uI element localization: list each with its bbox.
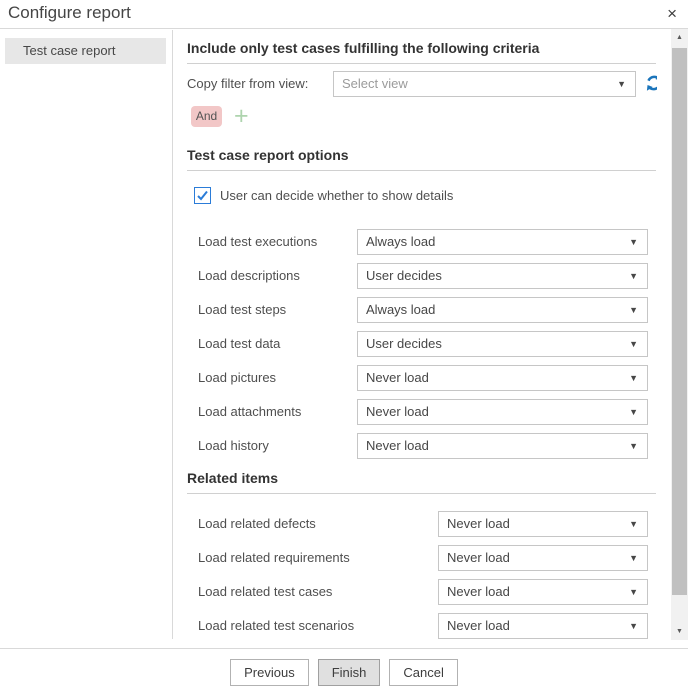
chevron-down-icon: ▼ [629,580,638,604]
chevron-down-icon: ▼ [629,546,638,570]
chevron-down-icon: ▼ [617,72,626,96]
combo-value: Always load [366,234,435,249]
chevron-down-icon: ▼ [629,298,638,322]
load-attachments-combobox[interactable]: Never load ▼ [357,399,648,425]
combo-value: Always load [366,302,435,317]
load-pictures-combobox[interactable]: Never load ▼ [357,365,648,391]
sidebar-divider [172,30,173,639]
load-related-test-scenarios-combobox[interactable]: Never load ▼ [438,613,648,639]
refresh-icon [645,74,657,92]
row-label: Load test executions [198,229,317,255]
load-test-data-combobox[interactable]: User decides ▼ [357,331,648,357]
load-descriptions-combobox[interactable]: User decides ▼ [357,263,648,289]
load-related-test-cases-combobox[interactable]: Never load ▼ [438,579,648,605]
combo-value: Never load [366,404,429,419]
scroll-down-icon[interactable]: ▼ [671,623,688,640]
combo-value: User decides [366,336,442,351]
load-related-requirements-combobox[interactable]: Never load ▼ [438,545,648,571]
cancel-button[interactable]: Cancel [389,659,457,686]
sidebar-item-test-case-report[interactable]: Test case report [5,38,166,64]
related-section-heading: Related items [187,470,656,494]
chevron-down-icon: ▼ [629,230,638,254]
chevron-down-icon: ▼ [629,264,638,288]
previous-button[interactable]: Previous [230,659,309,686]
footer-button-bar: Previous Finish Cancel [0,659,688,686]
configure-report-dialog: Configure report × Test case report Incl… [0,0,688,690]
row-label: Load test data [198,331,280,357]
row-label: Load pictures [198,365,276,391]
vertical-scrollbar[interactable]: ▲ ▼ [671,29,688,640]
combo-value: Never load [447,550,510,565]
row-label: Load descriptions [198,263,300,289]
copy-filter-label: Copy filter from view: [187,71,308,97]
footer-divider [0,648,688,649]
chevron-down-icon: ▼ [629,332,638,356]
select-view-combobox[interactable]: Select view ▼ [333,71,636,97]
combo-value: Never load [447,618,510,633]
combo-value: Never load [447,516,510,531]
chevron-down-icon: ▼ [629,400,638,424]
show-details-label: User can decide whether to show details [220,183,453,209]
row-label: Load attachments [198,399,301,425]
load-history-combobox[interactable]: Never load ▼ [357,433,648,459]
scrollbar-thumb[interactable] [672,48,687,595]
checkmark-icon [195,188,210,203]
scroll-up-icon[interactable]: ▲ [671,29,688,46]
chevron-down-icon: ▼ [629,512,638,536]
combo-value: User decides [366,268,442,283]
row-label: Load related requirements [198,545,350,571]
load-test-steps-combobox[interactable]: Always load ▼ [357,297,648,323]
load-related-defects-combobox[interactable]: Never load ▼ [438,511,648,537]
row-label: Load related defects [198,511,316,537]
row-label: Load test steps [198,297,286,323]
title-bar: Configure report × [0,0,688,29]
dialog-title: Configure report [8,3,131,23]
and-condition-badge[interactable]: And [191,106,222,127]
row-label: Load history [198,433,269,459]
add-condition-button[interactable]: + [234,106,249,127]
load-test-executions-combobox[interactable]: Always load ▼ [357,229,648,255]
finish-button[interactable]: Finish [318,659,381,686]
combo-value: Never load [366,370,429,385]
combo-value: Never load [366,438,429,453]
plus-icon: + [234,102,249,130]
options-section-heading: Test case report options [187,147,656,171]
chevron-down-icon: ▼ [629,366,638,390]
row-label: Load related test cases [198,579,332,605]
close-icon[interactable]: × [667,4,677,24]
show-details-checkbox[interactable] [194,187,211,204]
filter-section-heading: Include only test cases fulfilling the f… [187,40,656,64]
combo-value: Never load [447,584,510,599]
content-panel: Include only test cases fulfilling the f… [187,29,657,640]
chevron-down-icon: ▼ [629,614,638,638]
row-label: Load related test scenarios [198,613,354,639]
sidebar: Test case report [5,38,166,64]
chevron-down-icon: ▼ [629,434,638,458]
refresh-button[interactable] [645,74,657,92]
select-view-placeholder: Select view [342,76,408,91]
